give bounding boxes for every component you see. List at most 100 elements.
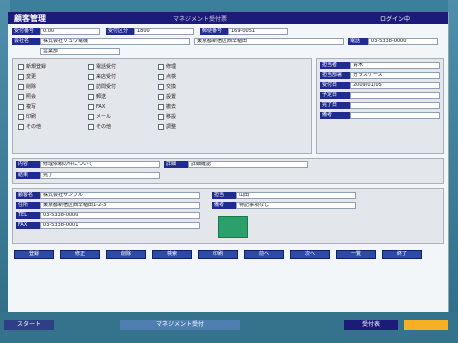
register-button[interactable]: 登録 <box>14 250 54 259</box>
option-col1-3-label: 照会 <box>26 94 37 100</box>
option-col2-3-label: 郵送 <box>96 94 107 100</box>
option-col2-5-checkbox[interactable] <box>88 114 94 120</box>
option-col1-6-checkbox[interactable] <box>18 124 24 130</box>
screen-bezel-right <box>448 0 458 343</box>
field-receipt-type[interactable]: 1800 <box>134 28 194 35</box>
option-col2-4-checkbox[interactable] <box>88 104 94 110</box>
option-col1-4-checkbox[interactable] <box>18 104 24 110</box>
search-button[interactable]: 検索 <box>152 250 192 259</box>
login-status: ログイン中 <box>380 16 411 23</box>
option-col3-5-checkbox[interactable] <box>158 114 164 120</box>
right-panel-field-1[interactable]: ガラスケース <box>350 72 440 79</box>
lower-panel-field-1[interactable]: 東京都新宿区西早稲田1-2-3 <box>40 202 200 209</box>
option-col2-6-checkbox[interactable] <box>88 124 94 130</box>
field-address[interactable]: 東京都新宿区西早稲田 <box>194 38 344 45</box>
edit-button[interactable]: 修正 <box>60 250 100 259</box>
option-col3-6-label: 調整 <box>166 124 177 130</box>
middle-panel-label-2: 結果 <box>16 172 40 179</box>
status-indicator <box>218 216 248 238</box>
notification-block <box>404 320 448 330</box>
option-col3-0-checkbox[interactable] <box>158 64 164 70</box>
field-tel[interactable]: 03-5338-0000 <box>368 38 438 45</box>
field-department[interactable]: 営業部 <box>40 48 120 55</box>
exit-button[interactable]: 終了 <box>382 250 422 259</box>
option-col1-5-label: 印刷 <box>26 114 37 120</box>
window-subtitle: マネジメント受付票 <box>173 16 228 23</box>
option-col1-1-label: 変更 <box>26 74 37 80</box>
active-window-label[interactable]: 受付表 <box>344 320 398 330</box>
option-col2-0-checkbox[interactable] <box>88 64 94 70</box>
right-panel-label-4: 完了日 <box>320 102 350 109</box>
next-button[interactable]: 次へ <box>290 250 330 259</box>
option-col1-5-checkbox[interactable] <box>18 114 24 120</box>
right-panel-label-0: 担当者 <box>320 62 350 69</box>
label-receipt-type: 受付区分 <box>106 28 134 35</box>
middle-panel-label-0: 内容 <box>16 161 40 168</box>
right-panel-label-2: 受付日 <box>320 82 350 89</box>
field-zip[interactable]: 169-0051 <box>228 28 288 35</box>
option-col2-1-checkbox[interactable] <box>88 74 94 80</box>
field-company[interactable]: 株式会社リュウ電機 <box>40 38 190 45</box>
lower-panel-label-2: TEL <box>16 212 40 219</box>
lower-panel-field-3[interactable]: 03-5338-0001 <box>40 222 200 229</box>
lower-panel-field-0[interactable]: 株式会社サンプル <box>40 192 200 199</box>
lower-panel-label-0: 顧客名 <box>16 192 40 199</box>
lower-panel-field-5[interactable]: 特記事項なし <box>236 202 356 209</box>
right-panel-field-4[interactable] <box>350 102 440 109</box>
option-col1-0-label: 新規登録 <box>26 64 47 70</box>
option-col2-1-label: 来店受付 <box>96 74 117 80</box>
right-panel-field-5[interactable] <box>350 112 440 119</box>
start-button[interactable]: スタート <box>4 320 54 330</box>
option-col3-3-checkbox[interactable] <box>158 94 164 100</box>
delete-button[interactable]: 削除 <box>106 250 146 259</box>
list-button[interactable]: 一覧 <box>336 250 376 259</box>
option-col2-2-label: 訪問受付 <box>96 84 117 90</box>
label-company: 会社名 <box>12 38 40 45</box>
option-col3-2-checkbox[interactable] <box>158 84 164 90</box>
right-panel-label-3: 予定日 <box>320 92 350 99</box>
option-col3-4-checkbox[interactable] <box>158 104 164 110</box>
label-receipt-number: 受付番号 <box>12 28 40 35</box>
right-panel-field-0[interactable]: 青木 <box>350 62 440 69</box>
screen: 顧客管理 マネジメント受付票 ログイン中 受付番号 0.00 受付区分 1800… <box>0 0 458 343</box>
option-col1-2-label: 削除 <box>26 84 37 90</box>
option-col1-2-checkbox[interactable] <box>18 84 24 90</box>
middle-panel-field-0[interactable]: 修理依頼の件について <box>40 161 160 168</box>
option-col3-0-label: 修理 <box>166 64 177 70</box>
right-panel-field-3[interactable] <box>350 92 440 99</box>
taskbar: スタート マネジメント受付 受付表 <box>0 312 458 343</box>
window-title: 顧客管理 <box>14 14 46 23</box>
lower-panel-label-3: FAX <box>16 222 40 229</box>
middle-panel-label-1: 詳細 <box>164 161 188 168</box>
middle-panel-field-2[interactable]: 完了 <box>40 172 160 179</box>
middle-panel-field-1[interactable]: 詳細確認 <box>188 161 308 168</box>
option-col1-6-label: その他 <box>26 124 42 130</box>
option-col3-4-label: 撤去 <box>166 104 177 110</box>
option-col1-3-checkbox[interactable] <box>18 94 24 100</box>
lower-panel-field-2[interactable]: 03-5338-0000 <box>40 212 200 219</box>
right-panel-field-2[interactable]: 2009/01/05 <box>350 82 440 89</box>
option-col3-6-checkbox[interactable] <box>158 124 164 130</box>
option-col2-6-label: その他 <box>96 124 112 130</box>
option-col3-2-label: 交換 <box>166 84 177 90</box>
application-window: 顧客管理 マネジメント受付票 ログイン中 受付番号 0.00 受付区分 1800… <box>8 12 449 312</box>
option-col3-1-checkbox[interactable] <box>158 74 164 80</box>
option-col2-4-label: FAX <box>96 104 106 110</box>
label-tel: 電話 <box>348 38 368 45</box>
field-receipt-number[interactable]: 0.00 <box>40 28 100 35</box>
option-col2-5-label: メール <box>96 114 112 120</box>
option-col3-3-label: 設置 <box>166 94 177 100</box>
option-col3-1-label: 点検 <box>166 74 177 80</box>
right-panel-label-5: 備考 <box>320 112 350 119</box>
lower-panel-label-5: 備考 <box>212 202 236 209</box>
option-col2-3-checkbox[interactable] <box>88 94 94 100</box>
option-col2-2-checkbox[interactable] <box>88 84 94 90</box>
right-panel-label-1: 担当部署 <box>320 72 350 79</box>
taskbar-app-button[interactable]: マネジメント受付 <box>120 320 240 330</box>
title-bar: 顧客管理 マネジメント受付票 ログイン中 <box>8 12 448 24</box>
previous-button[interactable]: 前へ <box>244 250 284 259</box>
option-col1-1-checkbox[interactable] <box>18 74 24 80</box>
print-button[interactable]: 印刷 <box>198 250 238 259</box>
lower-panel-field-4[interactable]: 山田 <box>236 192 356 199</box>
option-col1-0-checkbox[interactable] <box>18 64 24 70</box>
